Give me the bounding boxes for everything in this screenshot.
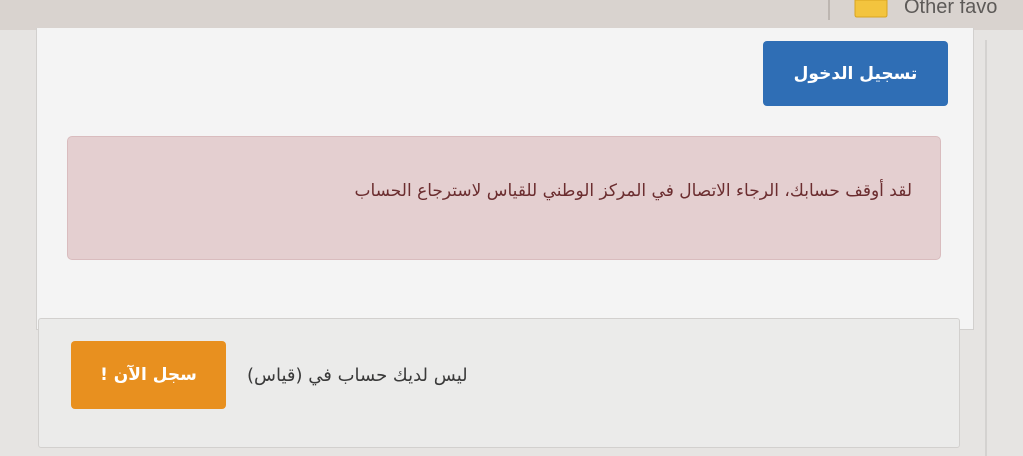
no-account-prompt: ليس لديك حساب في (قياس) [247, 365, 468, 386]
favorites-bar-separator [828, 0, 830, 20]
other-favorites-label[interactable]: Other favo [904, 0, 997, 19]
alert-message: لقد أوقف حسابك، الرجاء الاتصال في المركز… [354, 181, 912, 201]
page-border [985, 40, 987, 456]
account-suspended-alert: لقد أوقف حسابك، الرجاء الاتصال في المركز… [67, 136, 941, 260]
folder-icon[interactable] [854, 0, 888, 18]
favorites-bar: Other favo [0, 0, 1023, 30]
register-now-button[interactable]: سجل الآن ! [71, 341, 226, 409]
login-button[interactable]: تسجيل الدخول [763, 41, 948, 106]
